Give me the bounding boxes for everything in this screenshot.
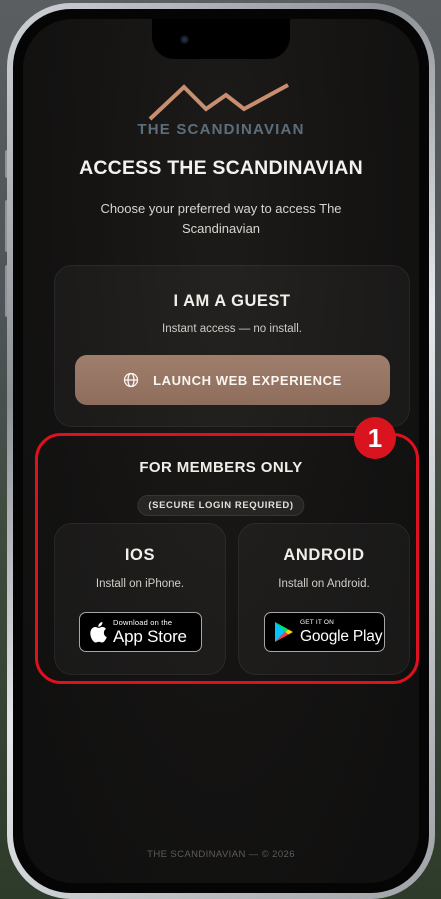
logo-wordmark: THE SCANDINAVIAN [137,121,305,138]
google-play-badge-text: GET IT ON Google Play [300,619,383,645]
google-play-button[interactable]: GET IT ON Google Play [264,612,385,652]
apple-icon [89,621,107,643]
guest-title: I AM A GUEST [173,292,291,310]
brand-logo: THE SCANDINAVIAN [23,81,419,138]
app-store-badge-text: Download on the App Store [113,619,187,646]
annotation-callout-badge: 1 [354,417,396,459]
secure-login-badge: (SECURE LOGIN REQUIRED) [137,495,305,516]
android-subtitle: Install on Android. [278,578,370,590]
globe-icon [123,372,139,388]
android-card: ANDROID Install on Android. GET IT ON Go [238,523,410,675]
android-title: ANDROID [283,546,365,564]
google-play-big-text: Google Play [300,627,383,645]
launch-web-experience-button[interactable]: LAUNCH WEB EXPERIENCE [75,355,390,405]
app-store-button[interactable]: Download on the App Store [79,612,202,652]
ios-title: IOS [124,546,156,564]
app-store-big-text: App Store [113,627,187,647]
page-subtitle: Choose your preferred way to access The … [100,201,342,236]
google-play-small-text: GET IT ON [300,619,335,626]
google-play-icon [274,621,294,643]
members-title: FOR MEMBERS ONLY [139,459,303,476]
dynamic-notch [152,19,290,59]
app-store-small-text: Download on the [113,617,173,627]
ios-card: IOS Install on iPhone. Download on the A… [54,523,226,675]
page-title: ACCESS THE SCANDINAVIAN [79,157,363,179]
launch-button-label: LAUNCH WEB EXPERIENCE [153,372,342,388]
mountain-logo-icon [148,83,289,121]
guest-card: I AM A GUEST Instant access — no install… [54,265,410,427]
guest-subtitle: Instant access — no install. [162,323,302,335]
footer-copyright: THE SCANDINAVIAN — © 2026 [147,849,295,860]
front-camera-icon [180,35,189,44]
ios-subtitle: Install on iPhone. [95,578,185,590]
